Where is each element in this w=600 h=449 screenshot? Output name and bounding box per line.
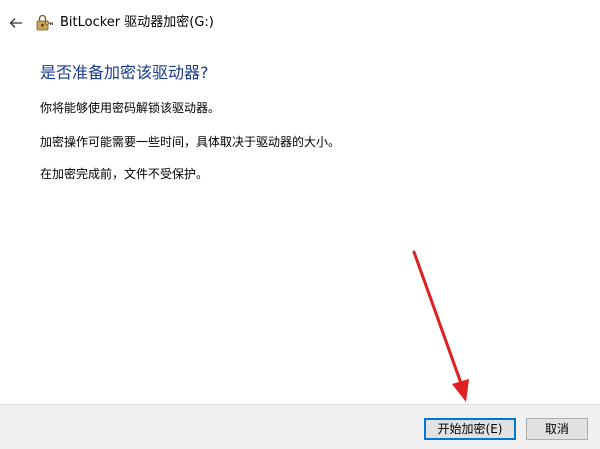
window-title: BitLocker 驱动器加密(G:) (60, 15, 214, 30)
cancel-button[interactable]: 取消 (526, 418, 588, 440)
password-unlock-text: 你将能够使用密码解锁该驱动器。 (40, 101, 221, 115)
page-heading: 是否准备加密该驱动器? (40, 63, 209, 82)
start-encryption-button[interactable]: 开始加密(E) (424, 418, 516, 440)
title-bar: BitLocker 驱动器加密(G:) (0, 0, 600, 46)
back-arrow-icon (9, 18, 22, 28)
unprotected-warning-text: 在加密完成前，文件不受保护。 (40, 167, 209, 181)
bitlocker-key-icon (36, 14, 54, 31)
encryption-time-text: 加密操作可能需要一些时间，具体取决于驱动器的大小。 (40, 135, 341, 149)
button-bar: 开始加密(E) 取消 (0, 404, 600, 449)
back-button[interactable] (6, 13, 26, 33)
